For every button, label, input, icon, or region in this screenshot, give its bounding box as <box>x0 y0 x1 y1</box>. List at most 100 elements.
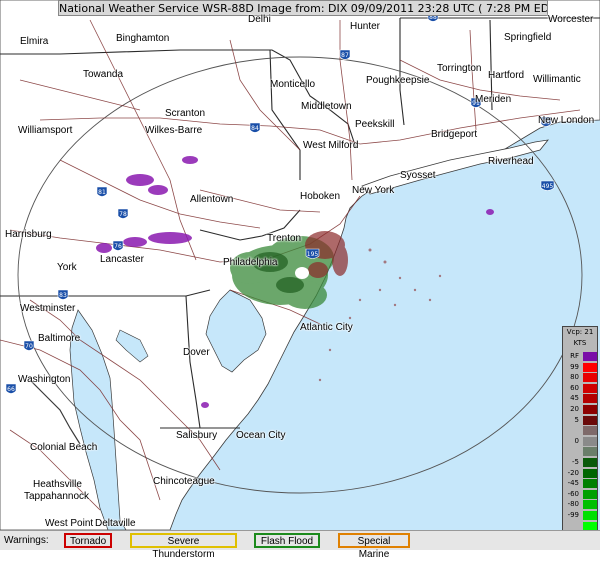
interstate-shield-icon: 70 <box>23 340 35 351</box>
legend-value: -5 <box>572 458 579 466</box>
city-label: Williamsport <box>18 125 73 136</box>
city-label: York <box>57 262 77 273</box>
legend-row: -80 <box>563 499 597 510</box>
city-label: Salisbury <box>176 430 218 441</box>
legend-value: -20 <box>567 468 579 477</box>
city-label: Poughkeepsie <box>366 75 430 86</box>
city-label: New York <box>352 185 395 196</box>
legend-swatch <box>583 511 597 520</box>
warning-special-marine-button[interactable]: Special Marine <box>338 533 410 560</box>
legend-row: 0 <box>563 436 597 446</box>
legend-swatch <box>583 436 597 446</box>
interstate-shield-icon: 195 <box>305 248 320 259</box>
interstate-shield-icon: 78 <box>117 208 129 219</box>
city-label: Syosset <box>400 170 436 181</box>
city-label: Atlantic City <box>300 322 353 333</box>
legend-value: 99 <box>570 362 579 371</box>
interstate-shield-label: 78 <box>119 211 127 218</box>
interstate-shield-label: 81 <box>98 189 106 196</box>
city-label: Colonial Beach <box>30 442 98 453</box>
city-label: Tappahannock <box>24 491 90 502</box>
legend-value: 80 <box>570 373 579 382</box>
legend-row: 60 <box>563 383 597 393</box>
legend-swatch <box>583 352 597 361</box>
interstate-shield-icon: 84 <box>249 122 261 133</box>
city-label: Monticello <box>270 79 316 90</box>
interstate-shield-label: 83 <box>59 292 67 299</box>
city-label: Willimantic <box>533 74 581 85</box>
city-label: Lancaster <box>100 254 144 265</box>
interstate-shield-label: 84 <box>251 125 259 132</box>
warning-flash-flood-button[interactable]: Flash Flood <box>254 533 320 548</box>
city-label: Hartford <box>488 70 525 81</box>
legend-swatch <box>583 362 597 372</box>
legend-swatch <box>583 468 597 478</box>
city-label: Dover <box>183 347 210 358</box>
legend-row: RF <box>563 351 597 361</box>
city-label: Binghamton <box>116 33 170 44</box>
interstate-shield-label: 495 <box>542 183 554 190</box>
legend-swatch <box>583 415 597 425</box>
legend-value: RF <box>570 352 579 360</box>
city-label: Deltaville <box>95 518 136 529</box>
legend-row: -99 <box>563 510 597 520</box>
legend-swatch <box>583 373 597 383</box>
city-label: Chincoteague <box>153 476 215 487</box>
title-bar: National Weather Service WSR-88D Image f… <box>58 0 548 16</box>
interstate-shield-icon: 83 <box>57 289 69 300</box>
legend-value: -60 <box>567 489 579 498</box>
city-label: Allentown <box>190 194 234 205</box>
city-label: Peekskill <box>355 119 395 130</box>
legend-row: 45 <box>563 393 597 404</box>
city-label: West Point <box>45 518 94 529</box>
city-label: Bridgeport <box>431 129 478 140</box>
legend-vcp: Vcp: 21 <box>566 328 594 336</box>
legend-swatch <box>583 500 597 510</box>
interstate-shield-label: 70 <box>25 343 33 350</box>
interstate-shield-icon: 76 <box>112 240 124 251</box>
interstate-shield-icon: 87 <box>339 49 351 60</box>
city-label: West Milford <box>303 140 359 151</box>
legend-swatch <box>583 489 597 499</box>
legend-swatch <box>583 426 597 436</box>
interstate-shield-icon: 66 <box>5 383 17 394</box>
legend-row: -20 <box>563 468 597 478</box>
warning-severe-thunderstorm-button[interactable]: Severe Thunderstorm <box>130 533 237 560</box>
city-label: Heathsville <box>33 479 82 490</box>
warnings-bar: Warnings: Tornado Severe Thunderstorm Flas… <box>0 530 600 560</box>
legend-swatch <box>583 458 597 467</box>
legend-value: -99 <box>567 511 579 519</box>
legend-swatch <box>583 447 597 457</box>
city-label: Meriden <box>475 94 512 105</box>
legend-row: 99 <box>563 362 597 372</box>
city-label: Elmira <box>20 36 49 47</box>
city-label: Worcester <box>548 14 594 25</box>
legend-swatch <box>583 394 597 404</box>
city-label: Ocean City <box>236 430 286 441</box>
city-label: Westminster <box>20 303 76 314</box>
city-label: Trenton <box>267 233 302 244</box>
city-label: Scranton <box>165 108 206 119</box>
city-label: Delhi <box>248 14 271 25</box>
legend-swatch <box>583 383 597 393</box>
legend-value: 60 <box>570 383 579 392</box>
warning-tornado-button[interactable]: Tornado <box>64 533 112 548</box>
radar-echo-white-center <box>295 267 309 279</box>
legend-row <box>563 446 597 457</box>
legend-value: 45 <box>570 394 579 403</box>
city-label: Riverhead <box>488 156 534 167</box>
legend-row: 80 <box>563 372 597 383</box>
city-label: Hoboken <box>300 191 341 202</box>
warnings-label: Warnings: <box>4 535 49 546</box>
interstate-shield-label: 87 <box>341 52 349 59</box>
legend-value: -45 <box>567 479 579 488</box>
legend-row <box>563 425 597 436</box>
city-label: Harrisburg <box>5 229 52 240</box>
velocity-legend: Vcp: 21 KTS RF 99 80 60 45 20 5 0 -5 -20 -45 -60 -80… <box>562 326 598 544</box>
interstate-shield-label: 66 <box>7 386 15 393</box>
city-label: Hunter <box>350 21 381 32</box>
city-label: Towanda <box>83 69 124 80</box>
interstate-shield-label: 76 <box>114 243 122 250</box>
legend-row: -60 <box>563 489 597 499</box>
city-label: Wilkes-Barre <box>145 125 203 136</box>
